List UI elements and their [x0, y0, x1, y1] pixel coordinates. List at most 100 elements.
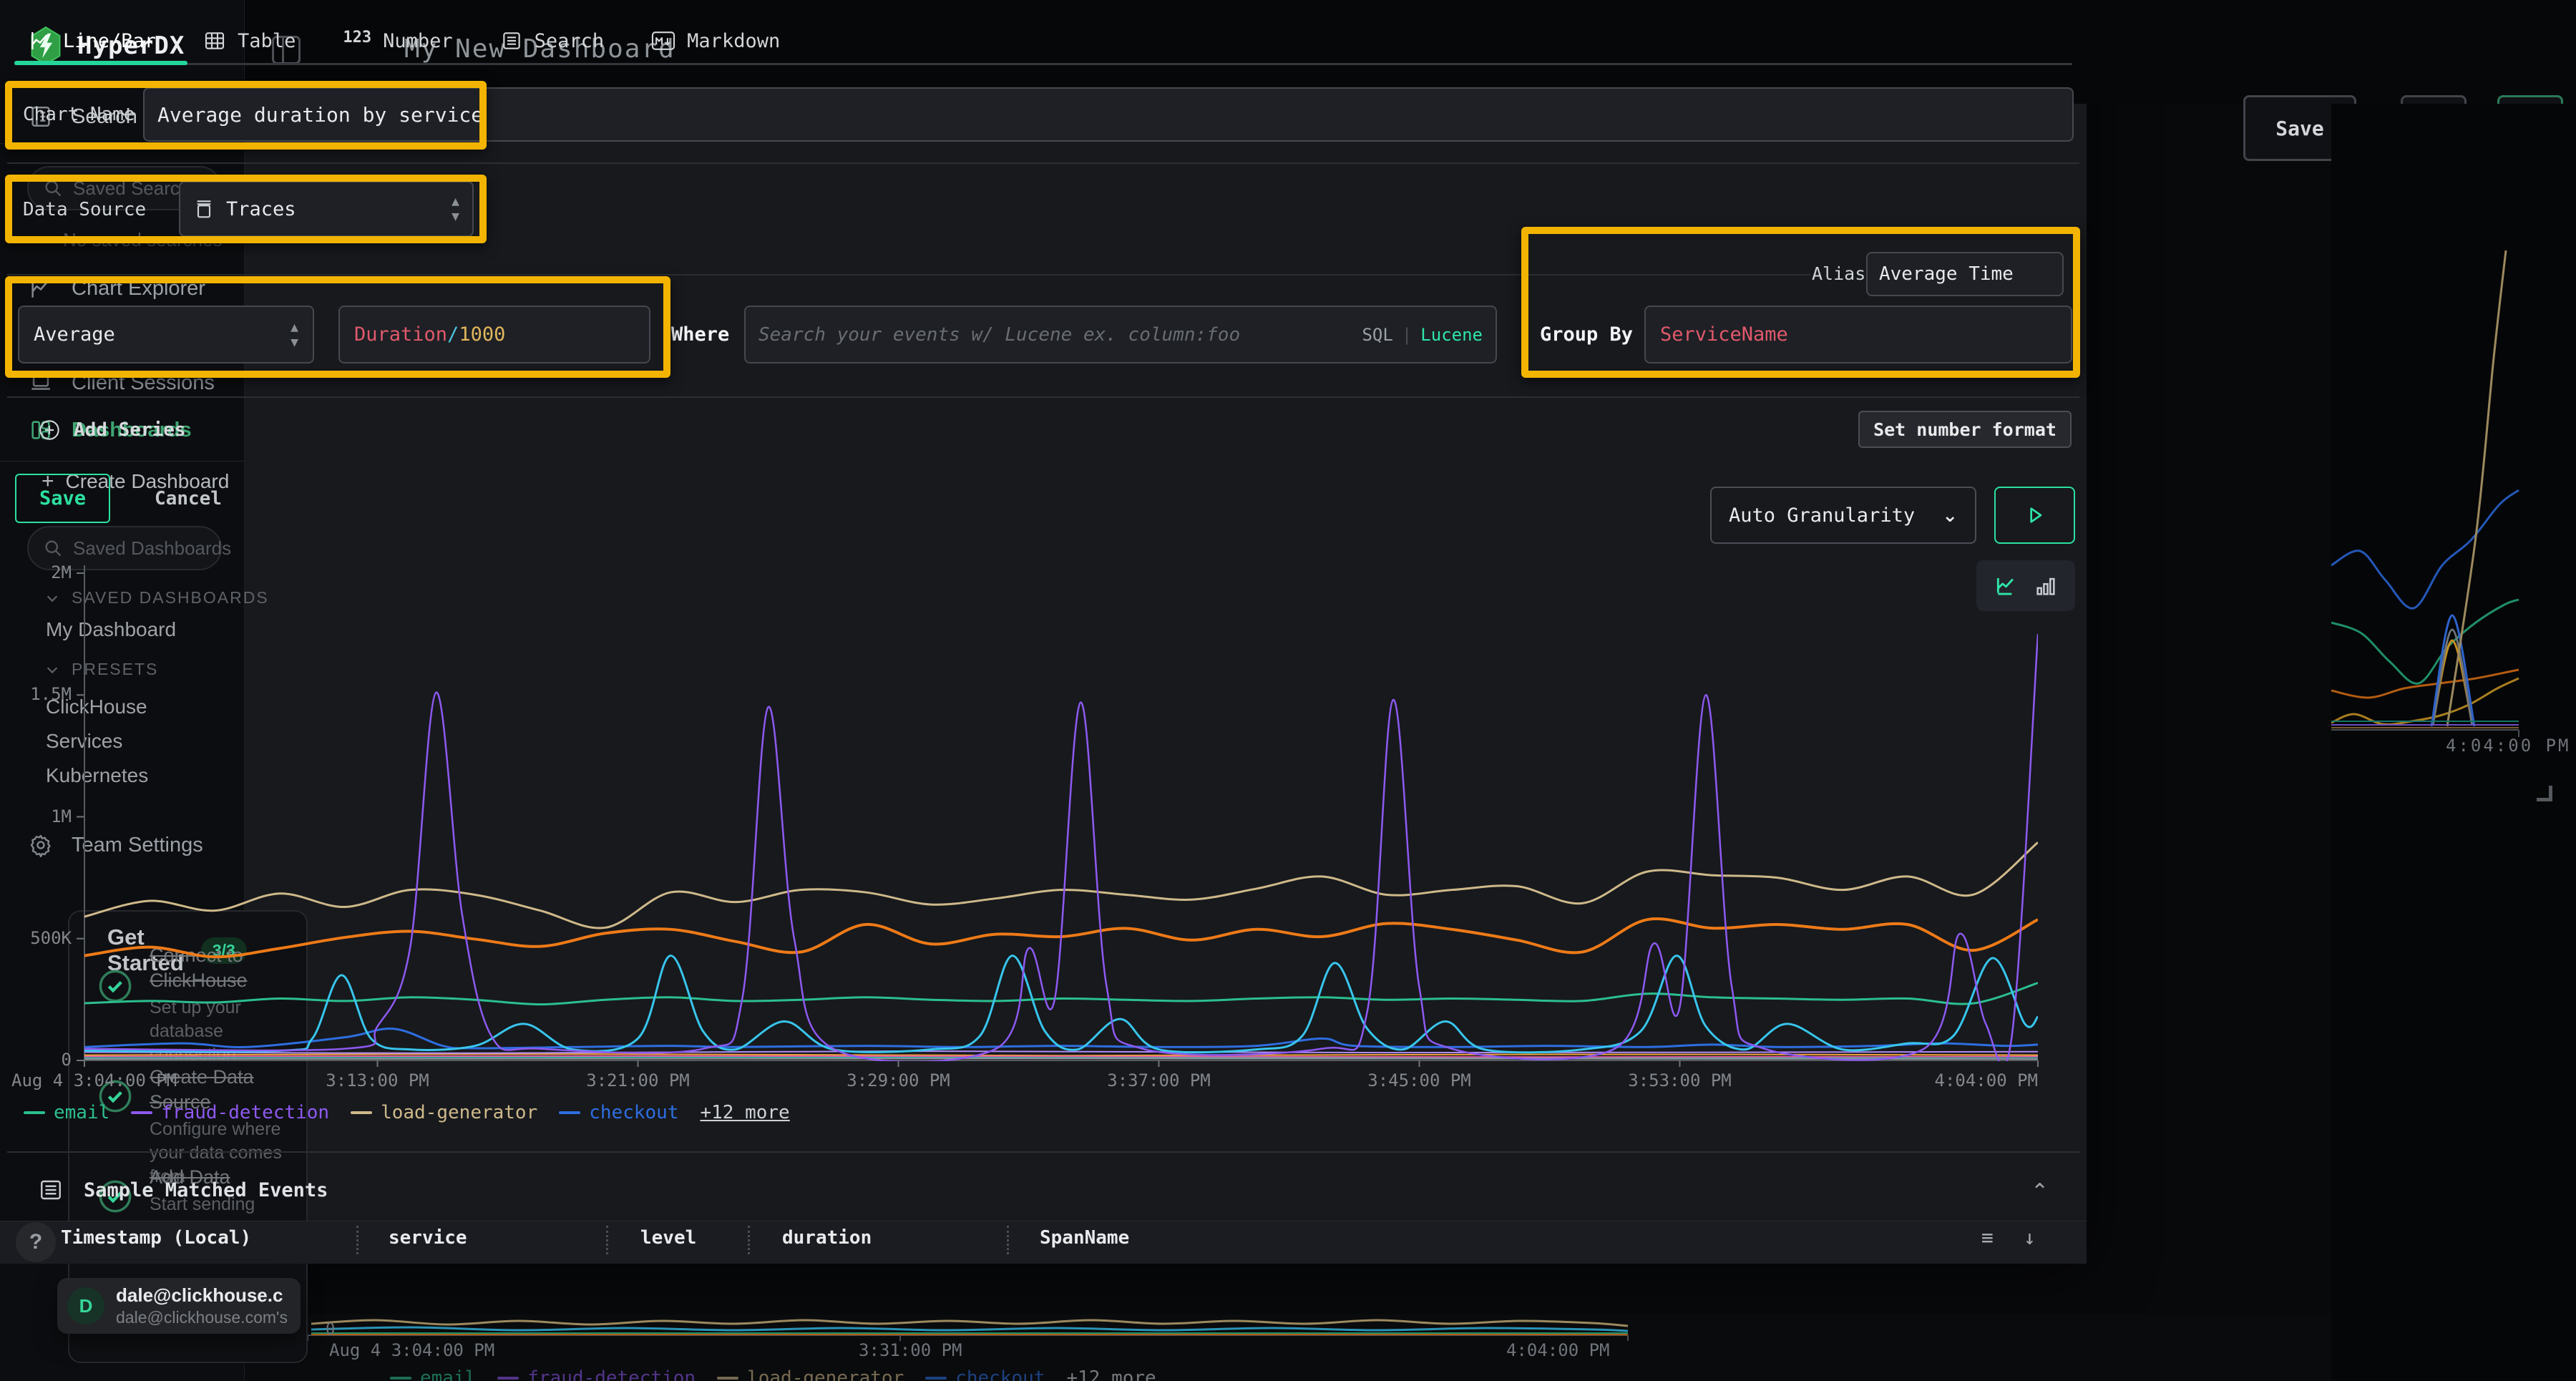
- column-header[interactable]: duration: [782, 1227, 872, 1246]
- legend-more-link[interactable]: +12 more: [1066, 1367, 1156, 1381]
- chart-series-line: [84, 842, 2038, 928]
- legend-dash-icon: [24, 1111, 45, 1114]
- plus-circle-icon: [38, 419, 61, 441]
- legend-more-link[interactable]: +12 more: [700, 1102, 789, 1123]
- tab-line-bar[interactable]: Line/Bar: [29, 29, 156, 52]
- legend-dash-icon: [351, 1111, 372, 1114]
- legend-item[interactable]: checkout: [559, 1102, 678, 1123]
- column-header[interactable]: Timestamp (Local): [61, 1227, 251, 1246]
- legend-item[interactable]: email: [390, 1367, 476, 1381]
- chart-series-line: [311, 1320, 1628, 1326]
- chart-series-line: [2447, 250, 2506, 726]
- legend-item[interactable]: email: [24, 1102, 109, 1123]
- markdown-icon: [651, 30, 675, 52]
- sql-toggle[interactable]: SQL: [1362, 325, 1392, 345]
- legend-item[interactable]: load-generator: [717, 1367, 904, 1381]
- line-chart-icon: [1994, 572, 2021, 600]
- column-header[interactable]: SpanName: [1040, 1227, 1129, 1246]
- panel-resize-handle-icon[interactable]: [2537, 786, 2552, 801]
- data-source-select[interactable]: Traces ▲▼: [179, 181, 474, 237]
- group-by-input[interactable]: ServiceName: [1644, 306, 2072, 363]
- run-chart-button[interactable]: [1994, 487, 2075, 544]
- chart-name-input[interactable]: Average duration by service: [143, 87, 2074, 142]
- column-resize-handle[interactable]: [606, 1226, 608, 1246]
- play-icon: [2024, 504, 2046, 527]
- legend-label: load-generator: [381, 1102, 537, 1123]
- table-options-icon[interactable]: ≡: [1981, 1226, 1994, 1246]
- download-icon[interactable]: ↓: [2024, 1226, 2036, 1246]
- tab-label: Markdown: [687, 30, 780, 52]
- active-tab-indicator: [14, 61, 187, 65]
- column-resize-handle[interactable]: [356, 1226, 358, 1246]
- chevron-down-icon: ⌄: [1942, 504, 1958, 527]
- list-icon: [500, 29, 523, 52]
- chart-series-line: [84, 1051, 2038, 1053]
- legend-item[interactable]: load-generator: [351, 1102, 537, 1123]
- select-chevrons-icon: ▲▼: [291, 320, 298, 350]
- alias-input[interactable]: Average Time: [1866, 252, 2064, 296]
- tab-label: Number: [383, 30, 453, 52]
- legend-label: load-generator: [747, 1367, 904, 1381]
- legend-dash-icon: [717, 1377, 738, 1380]
- column-header[interactable]: service: [389, 1227, 467, 1246]
- text-caret: [484, 102, 487, 127]
- where-search-input[interactable]: [758, 324, 1352, 346]
- sidebar-item-label: Client Sessions: [72, 371, 215, 395]
- granularity-select[interactable]: Auto Granularity ⌄: [1710, 487, 1976, 544]
- sample-events-title: Sample Matched Events: [84, 1179, 328, 1201]
- legend-item[interactable]: fraud-detection: [497, 1367, 696, 1381]
- main-chart[interactable]: 0500K1M1.5M2MAug 4 3:04:00 PM3:13:00 PM3…: [0, 544, 2087, 1116]
- select-chevrons-icon: ▲▼: [452, 194, 459, 224]
- add-series-button[interactable]: Add Series: [38, 419, 186, 441]
- collapse-chevron-icon[interactable]: ⌃: [2031, 1179, 2049, 1204]
- tab-markdown[interactable]: Markdown: [651, 30, 780, 52]
- events-table-header: Timestamp (Local) service level duration…: [0, 1221, 2087, 1246]
- legend-dash-icon: [559, 1111, 580, 1114]
- chart-type-toggle[interactable]: [1976, 560, 2075, 611]
- chart-name-label: Chart Name: [23, 104, 135, 125]
- chart-series-line: [84, 983, 2038, 1005]
- expression-number: 1000: [459, 323, 505, 346]
- background-x-tick-label: Aug 4 3:04:00 PM: [329, 1340, 494, 1360]
- legend-dash-icon: [131, 1111, 152, 1114]
- aggregation-select[interactable]: Average ▲▼: [18, 306, 314, 363]
- chart-legend: email fraud-detection load-generator checko…: [24, 1102, 790, 1123]
- legend-item[interactable]: fraud-detection: [131, 1102, 329, 1123]
- background-x-tick-label: 3:31:00 PM: [859, 1340, 962, 1360]
- chart-series-line: [2331, 490, 2519, 608]
- avatar: D: [67, 1287, 104, 1324]
- column-resize-handle[interactable]: [748, 1226, 750, 1246]
- save-button[interactable]: Save: [15, 474, 110, 523]
- tab-search[interactable]: Search: [500, 29, 605, 52]
- main-chart-svg: [0, 544, 2087, 1116]
- where-search-field[interactable]: SQL | Lucene: [744, 306, 1497, 363]
- lucene-toggle[interactable]: Lucene: [1420, 325, 1483, 345]
- legend-item[interactable]: checkout: [925, 1367, 1045, 1381]
- chart-series-line: [2331, 670, 2519, 698]
- chart-series-line: [2331, 600, 2519, 683]
- sidebar-item-client-sessions[interactable]: Client Sessions: [0, 361, 245, 405]
- tab-table[interactable]: Table: [203, 29, 296, 52]
- legend-dash-icon: [925, 1377, 947, 1380]
- tab-number[interactable]: 123 Number: [343, 30, 452, 52]
- user-email: dale@clickhouse.c: [116, 1284, 288, 1307]
- help-button[interactable]: ?: [16, 1222, 56, 1262]
- divider: [7, 162, 2079, 164]
- sample-events-header[interactable]: Sample Matched Events: [38, 1177, 328, 1203]
- set-number-format-button[interactable]: Set number format: [1858, 411, 2072, 448]
- number-123-icon: 123: [343, 29, 371, 47]
- column-header[interactable]: level: [640, 1227, 696, 1246]
- user-menu[interactable]: D dale@clickhouse.c dale@clickhouse.com'…: [57, 1278, 301, 1334]
- group-by-label: Group By: [1540, 323, 1633, 346]
- tab-label: Search: [535, 30, 605, 52]
- divider: [7, 396, 2079, 398]
- chart-series-line: [84, 634, 2038, 1065]
- chart-series-line: [2431, 615, 2474, 726]
- sidebar-item-chart-explorer[interactable]: Chart Explorer: [0, 266, 245, 311]
- background-y-zero-label: 0: [326, 1321, 335, 1339]
- cancel-button[interactable]: Cancel: [142, 485, 235, 512]
- column-resize-handle[interactable]: [1007, 1226, 1009, 1246]
- granularity-value: Auto Granularity: [1729, 504, 1915, 527]
- expression-field: Duration: [354, 323, 447, 346]
- expression-input[interactable]: Duration/1000: [338, 306, 650, 363]
